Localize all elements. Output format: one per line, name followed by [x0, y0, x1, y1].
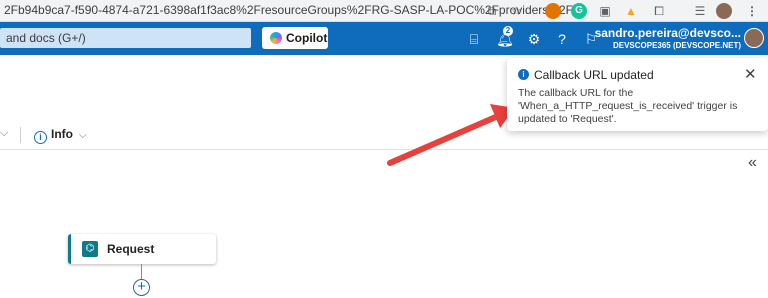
grammarly-icon[interactable]: G — [571, 3, 587, 19]
info-button[interactable]: i Info ⌵ — [34, 127, 87, 144]
info-label: Info — [51, 127, 73, 141]
cloud-shell-icon[interactable]: ⌸ — [465, 30, 483, 48]
user-name: sandro.pereira@devsco... — [594, 26, 741, 40]
toolbar-divider — [20, 127, 21, 143]
avatar[interactable] — [744, 28, 764, 48]
notification-badge: 2 — [503, 26, 513, 36]
browser-address-bar[interactable]: 2Fb94b9ca7-f590-4874-a721-6398af1f3ac8%2… — [0, 0, 768, 22]
collapse-panel-icon[interactable]: « — [748, 154, 757, 172]
info-icon: i — [34, 131, 47, 144]
copilot-button[interactable]: Copilot — [262, 27, 328, 49]
user-tenant: DEVSCOPE365 (DEVSCOPE.NET) — [612, 41, 741, 50]
toast-title: Callback URL updated — [534, 68, 654, 82]
extension-icon[interactable] — [545, 3, 561, 19]
settings-icon[interactable]: ⚙ — [525, 30, 543, 48]
reading-list-icon[interactable]: ☰ — [692, 3, 708, 19]
more-icon[interactable]: ⋮ — [744, 3, 760, 19]
info-icon: i — [518, 69, 529, 80]
copilot-icon — [270, 32, 282, 44]
search-input[interactable]: and docs (G+/) — [0, 28, 251, 48]
add-step-button[interactable]: + — [133, 279, 150, 296]
close-icon[interactable]: ✕ — [744, 65, 757, 83]
profile-icon[interactable] — [716, 3, 732, 19]
account-menu[interactable]: sandro.pereira@devsco... DEVSCOPE365 (DE… — [595, 26, 741, 50]
extension-icon[interactable]: ▲ — [623, 3, 639, 19]
request-trigger-icon: ⌬ — [82, 241, 98, 257]
puzzle-icon[interactable]: ⧠ — [651, 3, 667, 19]
share-icon[interactable]: ⧉ — [484, 3, 500, 19]
notification-toast: i Callback URL updated ✕ The callback UR… — [507, 58, 768, 131]
toast-message: The callback URL for the 'When_a_HTTP_re… — [518, 87, 738, 125]
extension-icon[interactable]: ▣ — [597, 3, 613, 19]
copilot-label: Copilot — [286, 31, 328, 45]
star-icon[interactable]: ☆ — [508, 3, 524, 19]
trigger-card[interactable]: ⌬ Request — [68, 234, 216, 264]
help-icon[interactable]: ? — [553, 30, 571, 48]
trigger-label: Request — [107, 242, 155, 256]
chevron-down-icon[interactable]: ⌵ — [0, 127, 8, 140]
portal-header: and docs (G+/) Copilot ⌸ 🔔︎ 2 ⚙ ? ⚐ sand… — [0, 22, 768, 55]
search-placeholder: and docs (G+/) — [6, 31, 86, 45]
chevron-down-icon: ⌵ — [79, 130, 87, 141]
